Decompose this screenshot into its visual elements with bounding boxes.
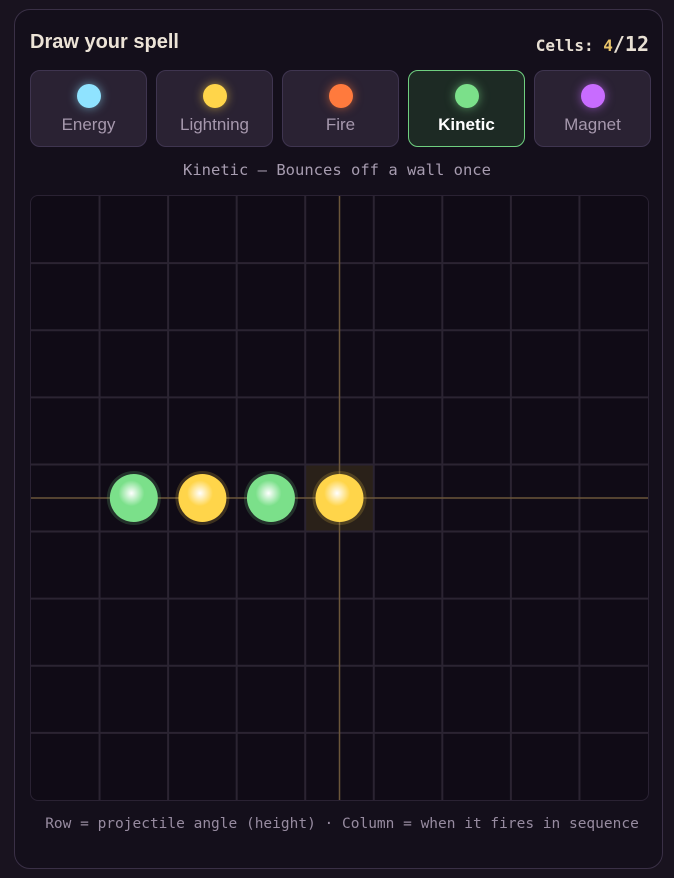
kinetic-orb-icon [454, 84, 479, 108]
energy-orb-icon [76, 84, 101, 108]
spell-tab-magnet[interactable]: Magnet [534, 70, 651, 147]
lightning-orb-icon [202, 84, 227, 108]
spell-selector: Energy Lightning Fire Kinetic Magnet [30, 70, 651, 147]
spell-tab-energy[interactable]: Energy [30, 70, 147, 147]
spell-tab-label: Kinetic [438, 115, 495, 134]
cells-counter: Cells: 4/12 [536, 32, 649, 56]
grid-help-text: Row = projectile angle (height) · Column… [45, 816, 639, 832]
lightning-orb [178, 474, 227, 522]
spell-tab-kinetic[interactable]: Kinetic [408, 70, 525, 147]
spell-tab-label: Energy [61, 115, 116, 134]
spell-tab-label: Magnet [564, 115, 621, 134]
kinetic-orb [109, 474, 158, 522]
spell-tab-lightning[interactable]: Lightning [156, 70, 273, 147]
lightning-orb [315, 474, 364, 522]
cells-max: 12 [624, 32, 649, 56]
spell-tab-label: Lightning [179, 115, 249, 134]
cells-label: Cells: [535, 36, 604, 55]
spell-grid[interactable] [30, 195, 649, 801]
cells-separator: / [612, 32, 625, 56]
magnet-orb-icon [580, 84, 605, 108]
spell-description: Kinetic — Bounces off a wall once [183, 161, 491, 179]
spell-tab-label: Fire [325, 115, 356, 134]
kinetic-orb [246, 474, 295, 522]
cells-used: 4 [603, 36, 613, 55]
spell-tab-fire[interactable]: Fire [282, 70, 399, 147]
fire-orb-icon [328, 84, 353, 108]
page-title: Draw your spell [30, 31, 179, 53]
spell-grid-canvas[interactable] [31, 196, 648, 800]
